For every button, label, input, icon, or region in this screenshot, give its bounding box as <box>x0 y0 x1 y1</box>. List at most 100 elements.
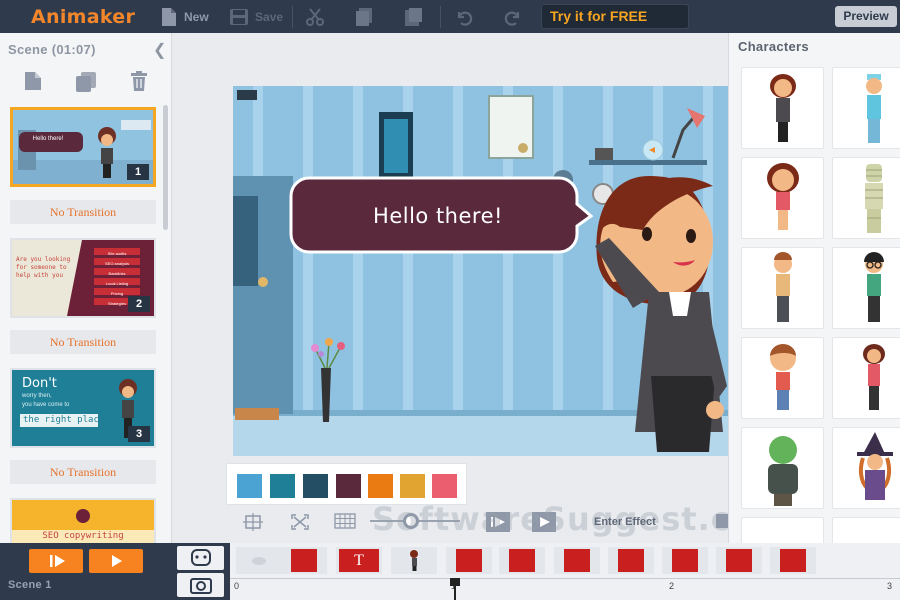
timeline-item[interactable] <box>291 549 317 572</box>
scene-3-heading: Don't <box>22 376 57 391</box>
businesswoman-character-icon <box>770 74 796 142</box>
character-layer-button[interactable] <box>177 546 224 570</box>
new-scene-icon <box>25 72 41 90</box>
expand-button[interactable] <box>290 513 310 536</box>
scene-2-list-item: Backlinks <box>108 271 126 276</box>
office-scene <box>233 86 728 456</box>
save-label: Save <box>255 9 284 24</box>
character-card-zombie[interactable] <box>741 427 824 509</box>
undo-icon <box>457 11 473 26</box>
scene-3-line: you have come to <box>22 402 70 408</box>
character-card-guy-with-glasses[interactable] <box>832 247 900 329</box>
transition-button-1[interactable]: No Transition <box>10 200 156 224</box>
color-swatch[interactable] <box>270 474 295 498</box>
character-card[interactable] <box>741 517 824 543</box>
scene-thumbnail-4[interactable]: SEO copywriting <box>10 498 156 543</box>
scene-2-list-item: Local Listing <box>105 281 129 286</box>
stage-canvas[interactable] <box>233 86 728 456</box>
try-free-button[interactable]: Try it for FREE <box>541 4 689 29</box>
scene-number: 3 <box>128 426 150 442</box>
color-swatch[interactable] <box>400 474 425 498</box>
color-swatch[interactable] <box>368 474 393 498</box>
character-card-witch[interactable] <box>832 427 900 509</box>
grid-toggle-button[interactable] <box>334 513 356 534</box>
chevron-left-icon[interactable]: ❮ <box>153 40 166 60</box>
duplicate-icon <box>76 72 96 92</box>
play-timeline-from-start-button[interactable] <box>29 549 83 573</box>
scissors-icon <box>306 7 324 26</box>
paste-button[interactable] <box>403 0 423 33</box>
boy-character-icon <box>770 344 796 410</box>
fit-to-screen-button[interactable] <box>243 513 263 536</box>
crosshair-icon <box>243 513 263 531</box>
grid-icon <box>334 513 356 529</box>
scene-3-line: the right place. <box>23 415 110 425</box>
app-logo: Animaker <box>31 6 136 28</box>
timeline-tick-label: 3 <box>887 581 893 591</box>
scene-panel: Scene (01:07) ❮ Hello there! 1 No Transi… <box>0 33 172 543</box>
copy-button[interactable] <box>354 0 374 33</box>
timeline-item[interactable] <box>618 549 644 572</box>
timeline-item-hidden[interactable] <box>246 549 272 572</box>
mummy-character-icon <box>865 164 883 233</box>
timeline-item[interactable] <box>780 549 806 572</box>
toolbar-divider <box>292 6 293 28</box>
scene-number: 2 <box>128 296 150 312</box>
character-icon <box>410 550 418 571</box>
scene-thumbnail-3[interactable]: Don't worry then, you have come to the r… <box>10 368 156 448</box>
redo-icon <box>504 11 520 26</box>
save-button[interactable]: Save <box>229 0 283 33</box>
character-card-mummy[interactable] <box>832 157 900 239</box>
color-palette <box>226 463 467 505</box>
character-card-woman[interactable] <box>832 337 900 419</box>
color-swatch[interactable] <box>336 474 361 498</box>
duplicate-scene-button[interactable] <box>74 71 98 98</box>
timeline-item[interactable] <box>672 549 698 572</box>
redo-button[interactable] <box>504 0 522 33</box>
undo-button[interactable] <box>455 0 473 33</box>
timeline-item[interactable] <box>509 549 535 572</box>
scene-scrollbar[interactable] <box>163 105 168 230</box>
transition-button-2[interactable]: No Transition <box>10 330 156 354</box>
character-card-businesswoman[interactable] <box>741 67 824 149</box>
timeline-item[interactable] <box>726 549 752 572</box>
delete-scene-button[interactable] <box>131 71 147 96</box>
color-swatch[interactable] <box>237 474 262 498</box>
speech-bubble-text[interactable]: Hello there! <box>306 204 570 228</box>
girl-character-icon <box>767 163 799 230</box>
color-swatch[interactable] <box>303 474 328 498</box>
scene-4-text: SEO copywriting <box>42 531 124 541</box>
new-label: New <box>184 9 209 24</box>
cut-button[interactable] <box>305 0 325 33</box>
play-icon <box>112 555 122 567</box>
play-timeline-button[interactable] <box>89 549 143 573</box>
scene-thumbnail-1[interactable]: Hello there! 1 <box>10 107 156 187</box>
timeline-item[interactable] <box>564 549 590 572</box>
scene-number: 1 <box>127 164 149 180</box>
effect-dropdown-button[interactable] <box>716 514 728 528</box>
character-card[interactable] <box>832 517 900 543</box>
character-card-man[interactable] <box>741 247 824 329</box>
character-card-nurse[interactable] <box>832 67 900 149</box>
add-scene-button[interactable] <box>24 71 42 96</box>
camera-layer-button[interactable] <box>177 573 224 597</box>
timeline-text-item[interactable]: T <box>339 549 379 572</box>
character-card-girl[interactable] <box>741 157 824 239</box>
timeline-scene-label: Scene 1 <box>8 579 52 591</box>
timeline-item[interactable] <box>456 549 482 572</box>
new-button[interactable]: New <box>160 0 209 33</box>
scene-1-bubble-text: Hello there! <box>32 136 64 142</box>
enter-effect-label[interactable]: Enter Effect <box>594 516 656 528</box>
scene-panel-title: Scene (01:07) <box>8 42 96 57</box>
transition-button-3[interactable]: No Transition <box>10 460 156 484</box>
preview-button[interactable]: Preview <box>835 6 897 27</box>
playhead-line <box>454 578 456 600</box>
scene-2-list-item: Site audits <box>107 251 127 256</box>
character-card-boy[interactable] <box>741 337 824 419</box>
characters-panel: Characters <box>728 33 900 543</box>
color-swatch[interactable] <box>432 474 457 498</box>
timeline-character-item[interactable] <box>401 549 427 572</box>
character-face-icon <box>191 549 211 566</box>
scene-thumbnail-2[interactable]: Are you looking for someone to help with… <box>10 238 156 318</box>
man-character-icon <box>774 252 792 322</box>
